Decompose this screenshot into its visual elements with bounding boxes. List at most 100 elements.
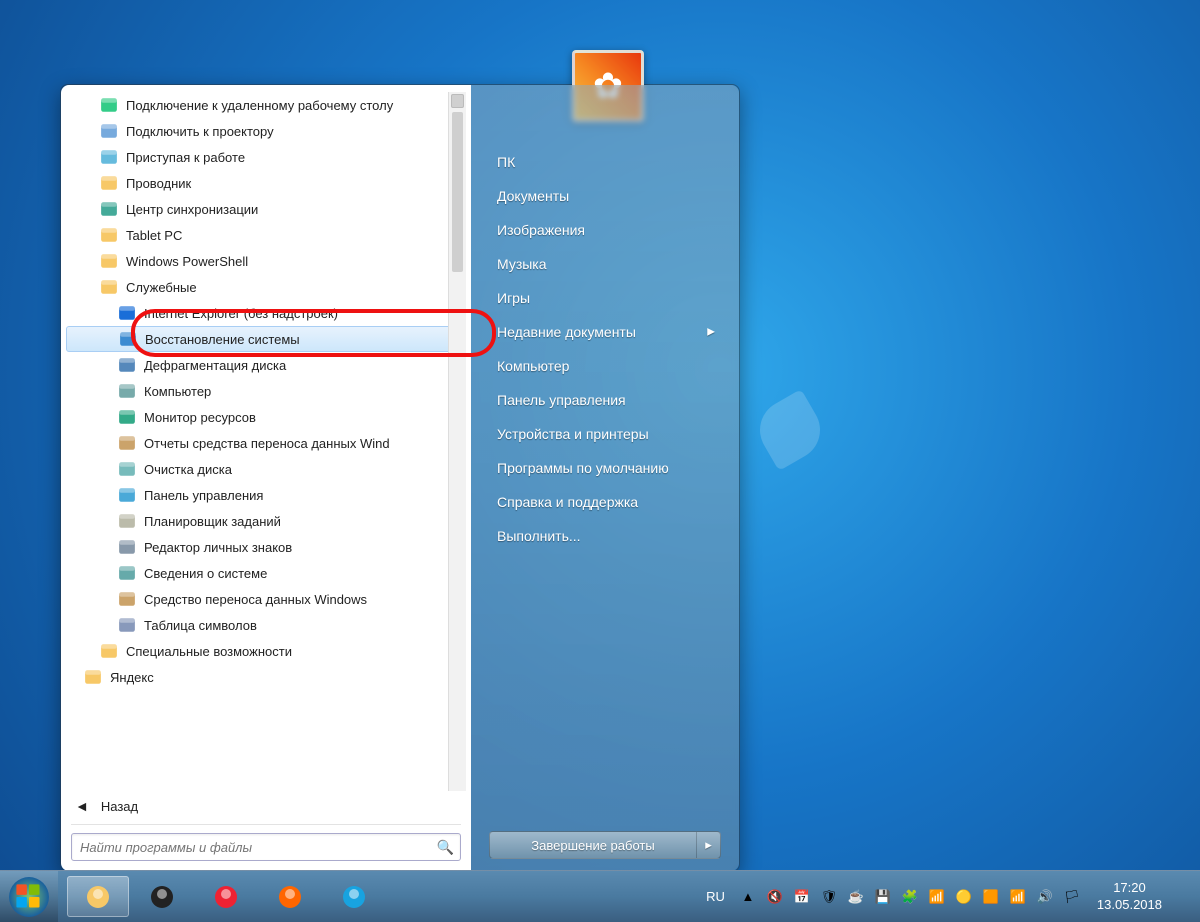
shutdown-options-button[interactable]: ▸ — [696, 832, 720, 858]
report-icon — [118, 434, 136, 452]
shutdown-label[interactable]: Завершение работы — [490, 832, 696, 858]
start-button[interactable] — [0, 871, 58, 922]
tray-yandex-icon[interactable]: 🟡 — [953, 886, 975, 908]
program-item-label: Восстановление системы — [145, 332, 300, 347]
right-panel-item[interactable]: Игры — [489, 281, 721, 315]
taskbar-button-explorer[interactable] — [67, 876, 129, 917]
tray-av-icon[interactable]: 🛡 — [818, 886, 840, 908]
program-item-folder[interactable]: Служебные — [66, 274, 466, 300]
program-item-label: Служебные — [126, 280, 197, 295]
tray-signal2-icon[interactable]: 📶 — [1007, 886, 1029, 908]
folder-icon — [100, 226, 118, 244]
program-item-report[interactable]: Отчеты средства переноса данных Wind — [66, 430, 466, 456]
program-item-sync[interactable]: Центр синхронизации — [66, 196, 466, 222]
right-panel-item[interactable]: Панель управления — [489, 383, 721, 417]
scroll-up-button[interactable] — [451, 94, 464, 108]
sync-icon — [100, 200, 118, 218]
tray-signal1-icon[interactable]: 📶 — [926, 886, 948, 908]
desktop[interactable]: Подключение к удаленному рабочему столуП… — [0, 0, 1200, 922]
program-item-cpanel[interactable]: Панель управления — [66, 482, 466, 508]
tray-orange-icon[interactable]: 🟧 — [980, 886, 1002, 908]
program-item-getstarted[interactable]: Приступая к работе — [66, 144, 466, 170]
separator — [71, 824, 461, 825]
search-icon: 🔍 — [437, 839, 454, 856]
restore-icon — [119, 330, 137, 348]
taskbar: RU ▲🔇📅🛡☕💾🧩📶🟡🟧📶🔊🏳 17:20 13.05.2018 — [0, 870, 1200, 922]
program-item-label: Редактор личных знаков — [144, 540, 292, 555]
search-box[interactable]: 🔍 — [71, 833, 461, 861]
tray-mute-icon[interactable]: 🔇 — [764, 886, 786, 908]
right-panel-item[interactable]: Устройства и принтеры — [489, 417, 721, 451]
tray-vol-icon[interactable]: 🔊 — [1034, 886, 1056, 908]
taskbar-clock[interactable]: 17:20 13.05.2018 — [1089, 880, 1170, 913]
tray-disk-icon[interactable]: 💾 — [872, 886, 894, 908]
program-item-rdp[interactable]: Подключение к удаленному рабочему столу — [66, 92, 466, 118]
program-item-label: Планировщик заданий — [144, 514, 281, 529]
tray-java-icon[interactable]: ☕ — [845, 886, 867, 908]
right-panel-item[interactable]: Изображения — [489, 213, 721, 247]
right-panel-item[interactable]: Музыка — [489, 247, 721, 281]
folder-icon — [84, 668, 102, 686]
language-indicator[interactable]: RU — [700, 889, 731, 904]
program-item-label: Компьютер — [144, 384, 211, 399]
search-input[interactable] — [80, 840, 437, 855]
program-item-charmap[interactable]: Таблица символов — [66, 612, 466, 638]
shutdown-button[interactable]: Завершение работы ▸ — [489, 831, 721, 859]
back-arrow-icon: ◄ — [75, 798, 89, 814]
program-item-label: Очистка диска — [144, 462, 232, 477]
program-item-charedit[interactable]: Редактор личных знаков — [66, 534, 466, 560]
getstarted-icon — [100, 148, 118, 166]
program-item-computer[interactable]: Компьютер — [66, 378, 466, 404]
right-panel-item[interactable]: Справка и поддержка — [489, 485, 721, 519]
program-item-explorer[interactable]: Проводник — [66, 170, 466, 196]
program-item-projector[interactable]: Подключить к проектору — [66, 118, 466, 144]
program-item-resmon[interactable]: Монитор ресурсов — [66, 404, 466, 430]
opera-icon — [212, 883, 240, 911]
program-item-folder[interactable]: Специальные возможности — [66, 638, 466, 664]
right-panel-item[interactable]: Программы по умолчанию — [489, 451, 721, 485]
right-panel-item[interactable]: Выполнить... — [489, 519, 721, 553]
program-item-label: Специальные возможности — [126, 644, 292, 659]
taskbar-button-opera[interactable] — [195, 876, 257, 917]
tray-calendar-icon[interactable]: 📅 — [791, 886, 813, 908]
program-item-folder[interactable]: Tablet PC — [66, 222, 466, 248]
program-item-transfer[interactable]: Средство переноса данных Windows — [66, 586, 466, 612]
program-item-label: Яндекс — [110, 670, 154, 685]
program-item-restore[interactable]: Восстановление системы — [66, 326, 466, 352]
tray-flag-icon[interactable]: 🏳 — [1061, 886, 1083, 908]
taskbar-button-firefox[interactable] — [259, 876, 321, 917]
panda-icon — [148, 883, 176, 911]
right-panel-item[interactable]: Документы — [489, 179, 721, 213]
program-item-tasksched[interactable]: Планировщик заданий — [66, 508, 466, 534]
skype-icon — [340, 883, 368, 911]
tray-arrow-icon[interactable]: ▲ — [737, 886, 759, 908]
right-panel-item[interactable]: Компьютер — [489, 349, 721, 383]
ie-icon — [118, 304, 136, 322]
right-panel-item[interactable]: ПК — [489, 145, 721, 179]
program-list[interactable]: Подключение к удаленному рабочему столуП… — [65, 91, 467, 792]
program-item-label: Tablet PC — [126, 228, 182, 243]
resmon-icon — [118, 408, 136, 426]
scroll-thumb[interactable] — [452, 112, 463, 272]
transfer-icon — [118, 590, 136, 608]
system-tray: RU ▲🔇📅🛡☕💾🧩📶🟡🟧📶🔊🏳 17:20 13.05.2018 — [700, 871, 1200, 922]
program-list-scrollbar[interactable] — [448, 92, 466, 791]
explorer-icon — [100, 174, 118, 192]
program-item-folder[interactable]: Яндекс — [66, 664, 466, 690]
computer-icon — [118, 382, 136, 400]
back-button[interactable]: ◄ Назад — [61, 792, 471, 820]
taskbar-button-panda[interactable] — [131, 876, 193, 917]
taskbar-button-skype[interactable] — [323, 876, 385, 917]
program-item-sysinfo[interactable]: Сведения о системе — [66, 560, 466, 586]
program-item-cleanup[interactable]: Очистка диска — [66, 456, 466, 482]
program-item-folder[interactable]: Windows PowerShell — [66, 248, 466, 274]
cleanup-icon — [118, 460, 136, 478]
program-item-defrag[interactable]: Дефрагментация диска — [66, 352, 466, 378]
sysinfo-icon — [118, 564, 136, 582]
program-item-ie[interactable]: Internet Explorer (без надстроек) — [66, 300, 466, 326]
program-item-label: Отчеты средства переноса данных Wind — [144, 436, 390, 451]
desktop-decoration — [749, 389, 831, 471]
tray-puzzle-icon[interactable]: 🧩 — [899, 886, 921, 908]
projector-icon — [100, 122, 118, 140]
right-panel-item[interactable]: Недавние документы▶ — [489, 315, 721, 349]
